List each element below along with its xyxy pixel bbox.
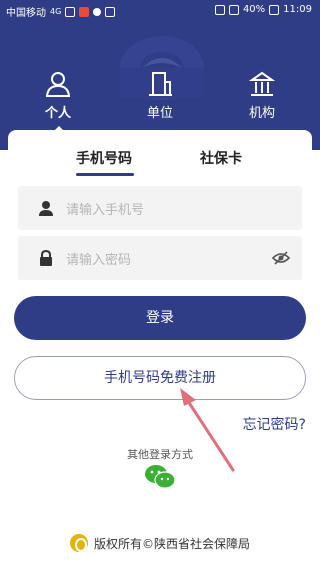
lock-icon	[40, 250, 52, 266]
person-icon	[45, 72, 71, 97]
signal-icon	[65, 6, 76, 17]
login-method-tabs: 手机号码 社保卡	[0, 148, 320, 174]
mute-icon	[228, 4, 239, 15]
role-tabs: 个人 单位 机构	[0, 70, 320, 126]
carrier-label: 中国移动	[6, 8, 46, 19]
time-label: 11:09	[283, 4, 312, 15]
copyright-text: 版权所有©陕西省社会保障局	[93, 536, 250, 551]
role-tab-unit[interactable]: 单位	[120, 70, 200, 121]
battery-label: 40%	[242, 4, 266, 15]
role-tab-label: 个人	[44, 106, 71, 121]
network-label: 4G	[50, 7, 62, 16]
role-tab-institution[interactable]: 机构	[222, 70, 302, 121]
building-icon	[149, 72, 172, 96]
hd-icon	[214, 4, 225, 15]
active-tab-underline	[76, 173, 134, 176]
wechat-icon[interactable]	[144, 463, 176, 491]
phone-placeholder: 请输入手机号	[66, 203, 145, 218]
hide-password-icon[interactable]	[272, 251, 290, 265]
role-tab-label: 单位	[146, 106, 173, 121]
password-field[interactable]: 请输入密码	[18, 236, 302, 280]
active-role-indicator	[50, 126, 68, 135]
message-icon	[105, 6, 116, 17]
role-tab-personal[interactable]: 个人	[18, 70, 98, 121]
footer: 版权所有©陕西省社会保障局	[0, 534, 320, 552]
user-icon	[39, 201, 53, 216]
phone-field[interactable]: 请输入手机号	[18, 186, 302, 230]
bureau-logo-icon	[69, 534, 88, 552]
tab-phone[interactable]: 手机号码	[76, 148, 132, 168]
other-login-label: 其他登录方式	[127, 448, 193, 461]
role-tab-label: 机构	[248, 106, 275, 121]
tab-social-card[interactable]: 社保卡	[200, 148, 242, 168]
institution-icon	[248, 71, 276, 96]
register-button[interactable]: 手机号码免费注册	[14, 356, 306, 400]
status-bar: 中国移动 4G 40% 11:09	[0, 0, 320, 22]
login-button[interactable]: 登录	[14, 296, 306, 340]
password-placeholder: 请输入密码	[66, 253, 132, 268]
battery-icon	[269, 4, 280, 15]
location-icon	[93, 7, 102, 16]
notification-icon	[79, 6, 90, 17]
forgot-password-link[interactable]: 忘记密码?	[243, 414, 306, 434]
